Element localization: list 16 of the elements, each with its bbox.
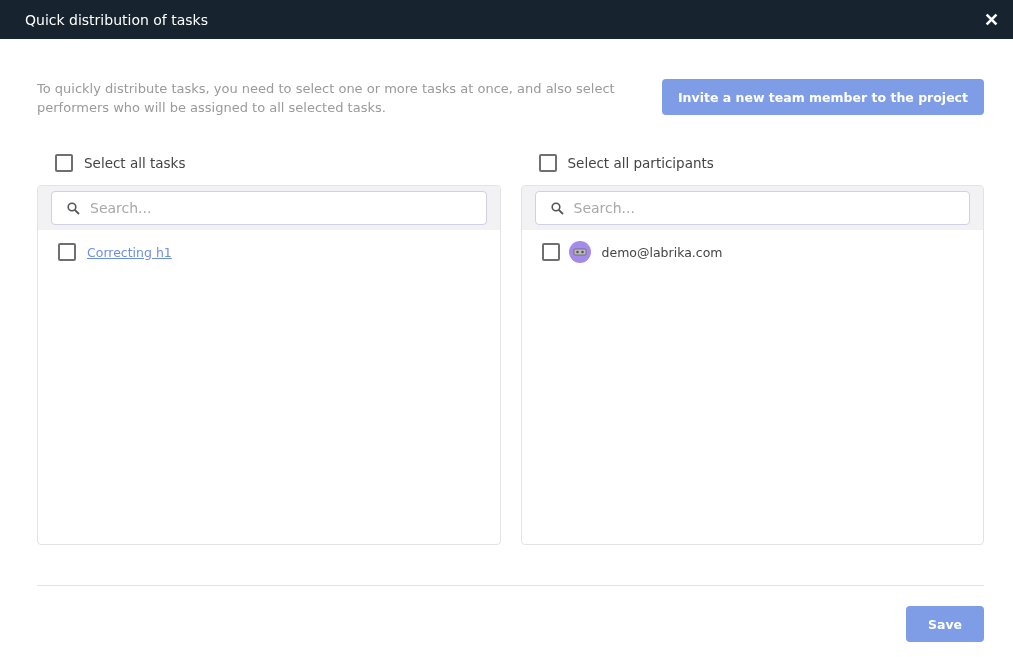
description-text: To quickly distribute tasks, you need to select one or more tasks at once, and also select performers who will be assigned to all selected tasks. <box>37 80 616 117</box>
invite-button[interactable]: Invite a new team member to the project <box>661 79 984 115</box>
close-button[interactable]: ✕ <box>980 8 1003 31</box>
checkbox[interactable] <box>58 243 76 261</box>
save-button[interactable]: Save <box>906 606 984 642</box>
checkbox[interactable] <box>541 243 560 261</box>
search-field[interactable]: Search... <box>51 191 487 225</box>
window-title: Quick distribution of tasks <box>25 11 208 28</box>
avatar-icon <box>568 241 591 263</box>
user-email: demo@labrika.com <box>601 244 723 260</box>
select-all-label: Select all tasks <box>84 155 186 171</box>
search-field[interactable]: Search... <box>534 191 970 225</box>
select-all-label: Select all participants <box>567 155 714 171</box>
task-link[interactable]: Correcting h1 <box>87 244 172 260</box>
checkbox[interactable] <box>55 154 73 172</box>
checkbox[interactable] <box>538 154 557 172</box>
